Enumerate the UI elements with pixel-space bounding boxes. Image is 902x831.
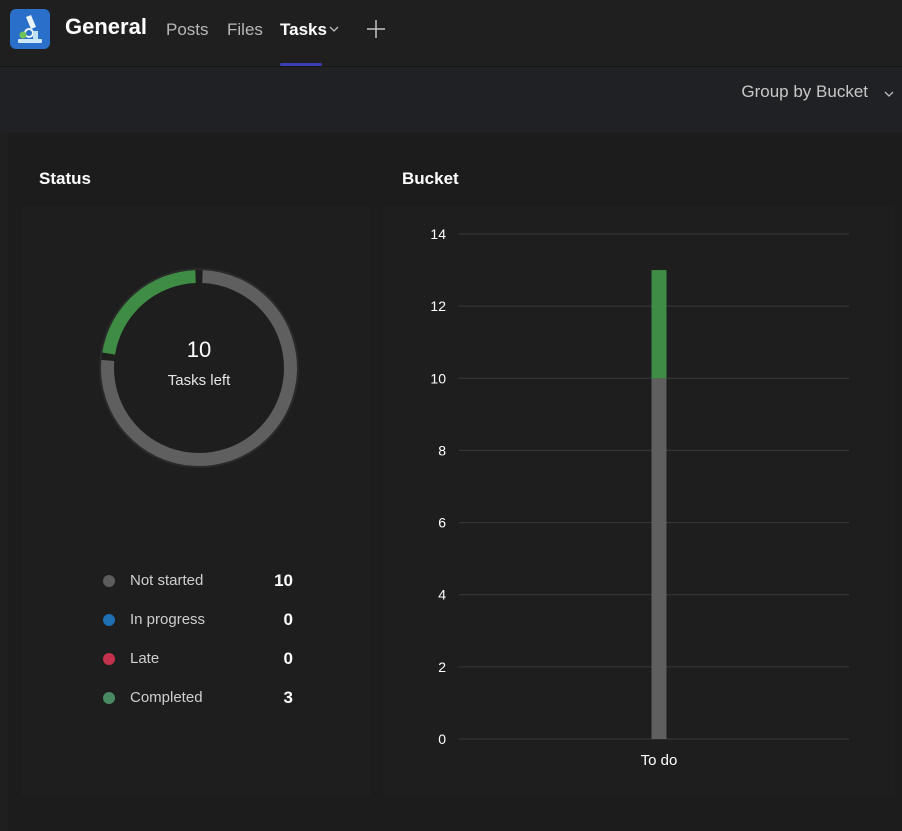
bar-segment-0 bbox=[651, 378, 667, 739]
chevron-down-icon[interactable] bbox=[328, 22, 340, 40]
legend-item-in-progress[interactable]: In progress 0 bbox=[103, 600, 293, 639]
group-by-dropdown[interactable]: Group by Bucket bbox=[741, 82, 868, 102]
legend-value: 10 bbox=[274, 570, 293, 590]
late-dot bbox=[103, 652, 115, 665]
team-avatar[interactable] bbox=[10, 9, 50, 49]
legend-value: 0 bbox=[283, 609, 293, 629]
x-tick-label: To do bbox=[641, 752, 678, 769]
tasks-left-count: 10 bbox=[186, 337, 212, 362]
legend-value: 0 bbox=[283, 648, 293, 668]
channel-header: General Posts Files Tasks bbox=[0, 0, 902, 67]
legend-item-completed[interactable]: Completed 3 bbox=[103, 678, 293, 717]
y-tick-label: 2 bbox=[438, 659, 446, 675]
status-card: 10 Tasks left Not started 10 In progress… bbox=[21, 206, 371, 796]
microscope-icon bbox=[18, 15, 42, 43]
bucket-bar-chart: 0 2 4 6 8 10 12 14 To do bbox=[430, 226, 849, 769]
in-progress-dot bbox=[103, 613, 115, 626]
y-tick-label: 0 bbox=[438, 731, 446, 747]
tasks-toolbar: Group by Bucket bbox=[0, 67, 902, 132]
status-donut-chart[interactable]: 10 Tasks left bbox=[99, 268, 299, 468]
legend-label: Completed bbox=[130, 689, 203, 706]
tab-tasks[interactable]: Tasks bbox=[280, 20, 327, 40]
y-tick-label: 4 bbox=[438, 587, 446, 603]
legend-value: 3 bbox=[283, 687, 293, 707]
active-tab-indicator bbox=[280, 63, 322, 66]
channel-title: General bbox=[65, 14, 147, 39]
tasks-left-label: Tasks left bbox=[167, 372, 231, 389]
legend-label: Late bbox=[130, 650, 160, 667]
bucket-card: 0 2 4 6 8 10 12 14 To do bbox=[383, 206, 895, 796]
legend-item-not-started[interactable]: Not started 10 bbox=[103, 561, 293, 600]
completed-dot bbox=[103, 691, 115, 704]
legend-label: In progress bbox=[130, 611, 206, 628]
plus-icon bbox=[367, 20, 385, 38]
tab-files[interactable]: Files bbox=[227, 20, 263, 40]
y-tick-label: 10 bbox=[430, 370, 446, 386]
donut-center: 10 Tasks left bbox=[99, 268, 299, 468]
chevron-down-icon[interactable] bbox=[883, 87, 895, 105]
y-tick-label: 14 bbox=[430, 226, 446, 242]
bar-segment-1 bbox=[651, 270, 667, 379]
legend-item-late[interactable]: Late 0 bbox=[103, 639, 293, 678]
status-legend: Not started 10 In progress 0 Late 0 Comp… bbox=[103, 561, 293, 717]
tab-posts[interactable]: Posts bbox=[166, 20, 209, 40]
charts-view: Status Bucket 10 Tasks left Not started … bbox=[8, 133, 902, 831]
y-tick-label: 6 bbox=[438, 515, 446, 531]
y-tick-label: 8 bbox=[438, 442, 446, 458]
not-started-dot bbox=[103, 574, 115, 587]
status-section-title: Status bbox=[39, 169, 91, 188]
y-tick-label: 12 bbox=[430, 298, 446, 314]
bucket-section-title: Bucket bbox=[402, 169, 459, 188]
legend-label: Not started bbox=[130, 572, 204, 589]
add-tab-button[interactable] bbox=[366, 19, 386, 44]
